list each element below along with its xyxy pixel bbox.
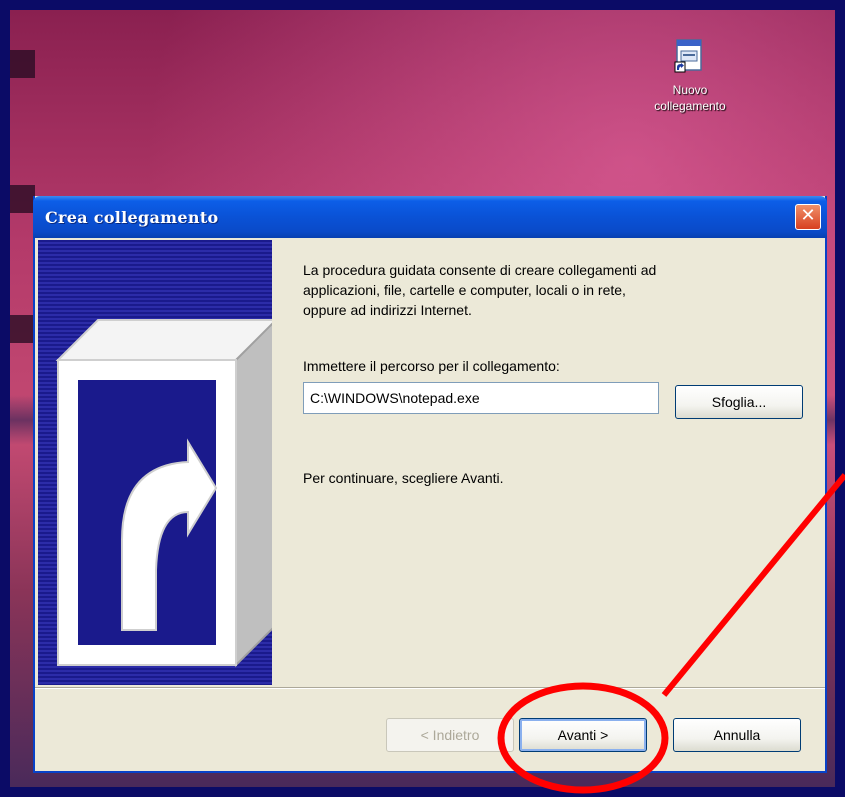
divider (35, 687, 825, 689)
background-band (10, 185, 35, 213)
browse-button[interactable]: Sfoglia... (675, 385, 803, 419)
path-label: Immettere il percorso per il collegament… (303, 358, 560, 374)
wizard-content: La procedura guidata consente di creare … (303, 260, 803, 486)
dialog-title: Crea collegamento (45, 208, 219, 227)
shortcut-file-icon (674, 38, 706, 74)
close-button[interactable]: ✕ (795, 204, 821, 230)
wizard-banner (38, 240, 279, 685)
cancel-button[interactable]: Annulla (673, 718, 801, 752)
create-shortcut-dialog: Crea collegamento ✕ La procedura guidata… (33, 196, 827, 773)
desktop-shortcut-label: Nuovo collegamento (654, 83, 726, 113)
shortcut-arrow-icon (55, 317, 279, 668)
desktop-shortcut[interactable]: Nuovo collegamento (630, 38, 750, 114)
dialog-titlebar[interactable]: Crea collegamento ✕ (33, 196, 827, 238)
continue-hint: Per continuare, scegliere Avanti. (303, 470, 504, 486)
back-button[interactable]: < Indietro (386, 718, 514, 752)
wizard-intro-text: La procedura guidata consente di creare … (303, 262, 657, 318)
background-band (10, 315, 35, 343)
path-input[interactable] (303, 382, 659, 414)
background-band (10, 50, 35, 78)
next-button[interactable]: Avanti > (519, 718, 647, 752)
